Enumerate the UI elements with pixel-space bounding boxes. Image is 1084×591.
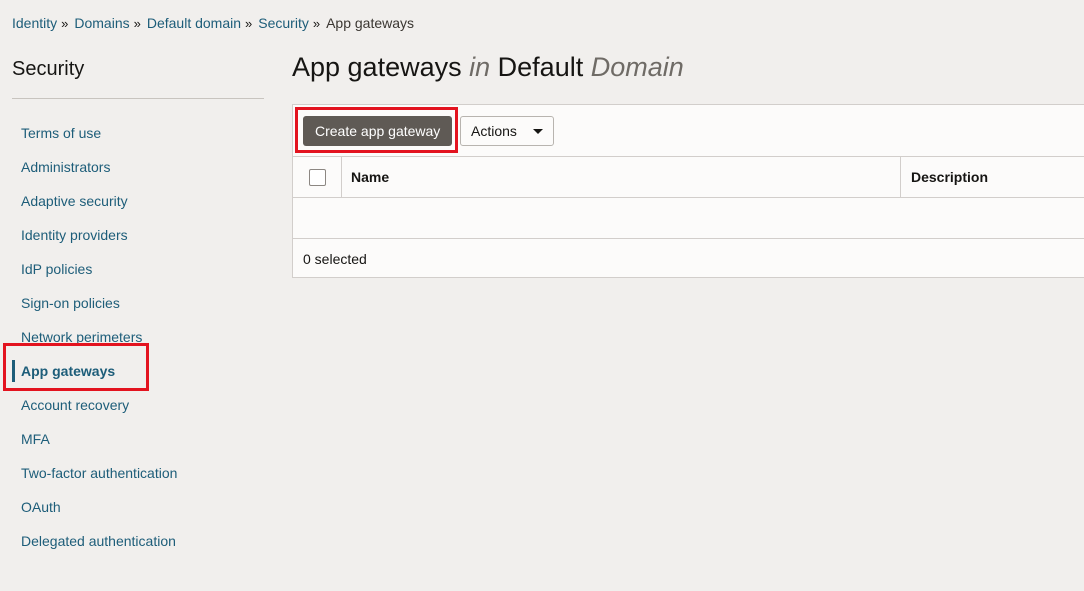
sidebar-item-terms-of-use[interactable]: Terms of use — [12, 116, 264, 150]
sidebar-item-oauth[interactable]: OAuth — [12, 490, 264, 524]
sidebar-nav: Terms of use Administrators Adaptive sec… — [12, 99, 264, 558]
table-header: Name Description — [293, 157, 1084, 198]
page-title-in: in — [469, 52, 491, 82]
app-gateways-panel: Create app gateway Actions Name Descript… — [292, 104, 1084, 278]
breadcrumb-current: App gateways — [326, 15, 415, 31]
page-title-main: App gateways — [292, 52, 462, 82]
sidebar-item-sign-on-policies[interactable]: Sign-on policies — [12, 286, 264, 320]
column-header-description[interactable]: Description — [901, 157, 1084, 197]
sidebar-item-two-factor-authentication[interactable]: Two-factor authentication — [12, 456, 264, 490]
breadcrumb-separator: » — [245, 15, 253, 31]
sidebar-title: Security — [12, 58, 264, 99]
column-header-name[interactable]: Name — [342, 157, 901, 197]
page-title-domain-name: Default — [497, 52, 584, 82]
create-app-gateway-button[interactable]: Create app gateway — [303, 116, 453, 146]
sidebar-item-mfa[interactable]: MFA — [12, 422, 264, 456]
select-all-cell — [293, 157, 342, 197]
breadcrumb-security[interactable]: Security — [258, 15, 309, 31]
select-all-checkbox[interactable] — [308, 168, 326, 186]
sidebar-item-network-perimeters[interactable]: Network perimeters — [12, 320, 264, 354]
sidebar: Security Terms of use Administrators Ada… — [12, 58, 264, 558]
actions-label: Actions — [471, 123, 517, 139]
table-empty-row — [293, 198, 1084, 239]
page-title: App gateways in Default Domain — [292, 52, 684, 83]
selection-count: 0 selected — [303, 251, 367, 267]
actions-menu-button[interactable]: Actions — [460, 116, 554, 146]
sidebar-item-adaptive-security[interactable]: Adaptive security — [12, 184, 264, 218]
page-title-domain-word: Domain — [590, 52, 684, 82]
breadcrumb-identity[interactable]: Identity — [12, 15, 57, 31]
sidebar-item-delegated-authentication[interactable]: Delegated authentication — [12, 524, 264, 558]
sidebar-item-administrators[interactable]: Administrators — [12, 150, 264, 184]
breadcrumb-default-domain[interactable]: Default domain — [147, 15, 241, 31]
sidebar-item-identity-providers[interactable]: Identity providers — [12, 218, 264, 252]
sidebar-item-app-gateways[interactable]: App gateways — [12, 354, 264, 388]
toolbar: Create app gateway Actions — [293, 105, 1084, 157]
breadcrumb: Identity » Domains » Default domain » Se… — [12, 15, 414, 31]
caret-down-icon — [533, 128, 543, 134]
breadcrumb-separator: » — [61, 15, 69, 31]
sidebar-item-account-recovery[interactable]: Account recovery — [12, 388, 264, 422]
breadcrumb-separator: » — [312, 15, 321, 31]
sidebar-item-idp-policies[interactable]: IdP policies — [12, 252, 264, 286]
breadcrumb-domains[interactable]: Domains — [74, 15, 129, 31]
breadcrumb-separator: » — [133, 15, 141, 31]
